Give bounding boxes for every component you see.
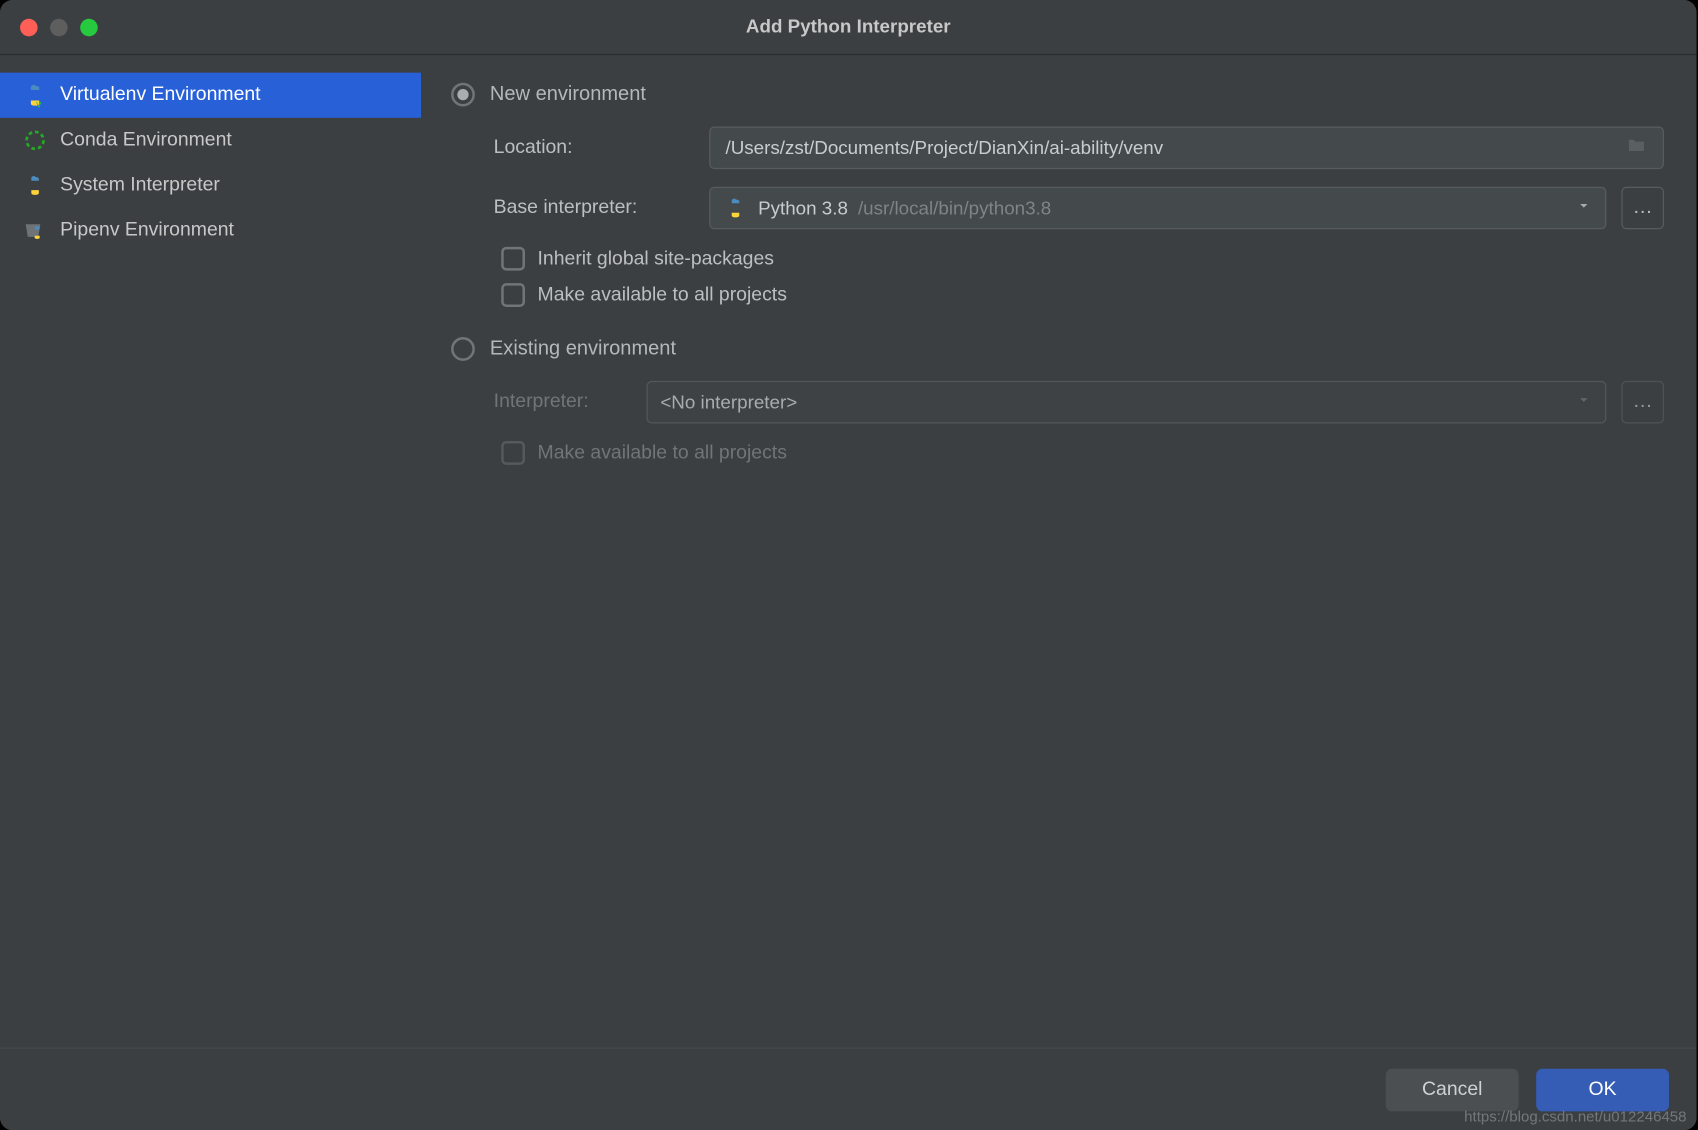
main-panel: New environment Location: /Users/zst/Doc… xyxy=(421,55,1697,1047)
radio-label: Existing environment xyxy=(490,338,676,361)
chevron-down-icon xyxy=(1575,391,1593,414)
chevron-down-icon xyxy=(1575,197,1593,220)
base-interpreter-dropdown[interactable]: Python 3.8 /usr/local/bin/python3.8 xyxy=(709,187,1606,230)
python-icon xyxy=(723,195,748,220)
conda-icon xyxy=(23,128,48,153)
window-title: Add Python Interpreter xyxy=(0,16,1697,37)
sidebar-item-system[interactable]: System Interpreter xyxy=(0,163,421,208)
checkbox-label: Inherit global site-packages xyxy=(538,247,774,270)
folder-open-icon[interactable] xyxy=(1625,134,1648,162)
base-interpreter-name: Python 3.8 xyxy=(758,197,848,218)
radio-icon[interactable] xyxy=(451,337,475,361)
make-available-checkbox-row[interactable]: Make available to all projects xyxy=(494,283,1664,307)
sidebar-item-virtualenv[interactable]: v Virtualenv Environment xyxy=(0,73,421,118)
base-interpreter-label: Base interpreter: xyxy=(494,197,694,220)
interpreter-row: Interpreter: <No interpreter> … xyxy=(494,381,1664,424)
existing-env-fields: Interpreter: <No interpreter> … Make ava… xyxy=(451,381,1664,465)
cancel-button[interactable]: Cancel xyxy=(1386,1068,1519,1111)
sidebar-item-pipenv[interactable]: Pipenv Environment xyxy=(0,208,421,253)
sidebar-item-label: Conda Environment xyxy=(60,129,232,152)
close-window-icon[interactable] xyxy=(20,18,38,36)
location-row: Location: /Users/zst/Documents/Project/D… xyxy=(494,127,1664,170)
footer: Cancel OK xyxy=(0,1048,1697,1130)
sidebar-item-label: Pipenv Environment xyxy=(60,219,234,242)
minimize-window-icon xyxy=(50,18,68,36)
checkbox-icon[interactable] xyxy=(501,283,525,307)
sidebar-item-label: System Interpreter xyxy=(60,174,220,197)
svg-text:v: v xyxy=(36,100,42,108)
base-interpreter-row: Base interpreter: Python 3.8 /usr/local/… xyxy=(494,187,1664,230)
python-icon xyxy=(23,173,48,198)
window-controls xyxy=(20,18,98,36)
radio-icon[interactable] xyxy=(451,83,475,107)
interpreter-value: <No interpreter> xyxy=(660,392,797,413)
sidebar-item-label: Virtualenv Environment xyxy=(60,84,260,107)
checkbox-label: Make available to all projects xyxy=(538,442,787,465)
dialog-body: v Virtualenv Environment Conda Environme… xyxy=(0,55,1697,1047)
python-virtualenv-icon: v xyxy=(23,83,48,108)
add-python-interpreter-dialog: Add Python Interpreter v Virtualenv Envi… xyxy=(0,0,1697,1130)
checkbox-icon[interactable] xyxy=(501,247,525,271)
inherit-checkbox-row[interactable]: Inherit global site-packages xyxy=(494,247,1664,271)
more-button[interactable]: … xyxy=(1621,187,1664,230)
checkbox-icon xyxy=(501,441,525,465)
titlebar: Add Python Interpreter xyxy=(0,0,1697,55)
ok-button[interactable]: OK xyxy=(1536,1068,1669,1111)
existing-make-available-checkbox-row: Make available to all projects xyxy=(494,441,1664,465)
more-button: … xyxy=(1621,381,1664,424)
sidebar-item-conda[interactable]: Conda Environment xyxy=(0,118,421,163)
radio-new-environment[interactable]: New environment xyxy=(451,83,1664,107)
sidebar: v Virtualenv Environment Conda Environme… xyxy=(0,55,421,1047)
base-interpreter-path: /usr/local/bin/python3.8 xyxy=(858,197,1051,218)
radio-existing-environment[interactable]: Existing environment xyxy=(451,337,1664,361)
interpreter-dropdown: <No interpreter> xyxy=(647,381,1607,424)
checkbox-label: Make available to all projects xyxy=(538,284,787,307)
pipenv-icon xyxy=(23,218,48,243)
interpreter-label: Interpreter: xyxy=(494,391,632,414)
location-value: /Users/zst/Documents/Project/DianXin/ai-… xyxy=(725,137,1615,158)
new-env-fields: Location: /Users/zst/Documents/Project/D… xyxy=(451,127,1664,307)
location-label: Location: xyxy=(494,137,694,160)
radio-label: New environment xyxy=(490,83,646,106)
location-input[interactable]: /Users/zst/Documents/Project/DianXin/ai-… xyxy=(709,127,1664,170)
maximize-window-icon[interactable] xyxy=(80,18,98,36)
